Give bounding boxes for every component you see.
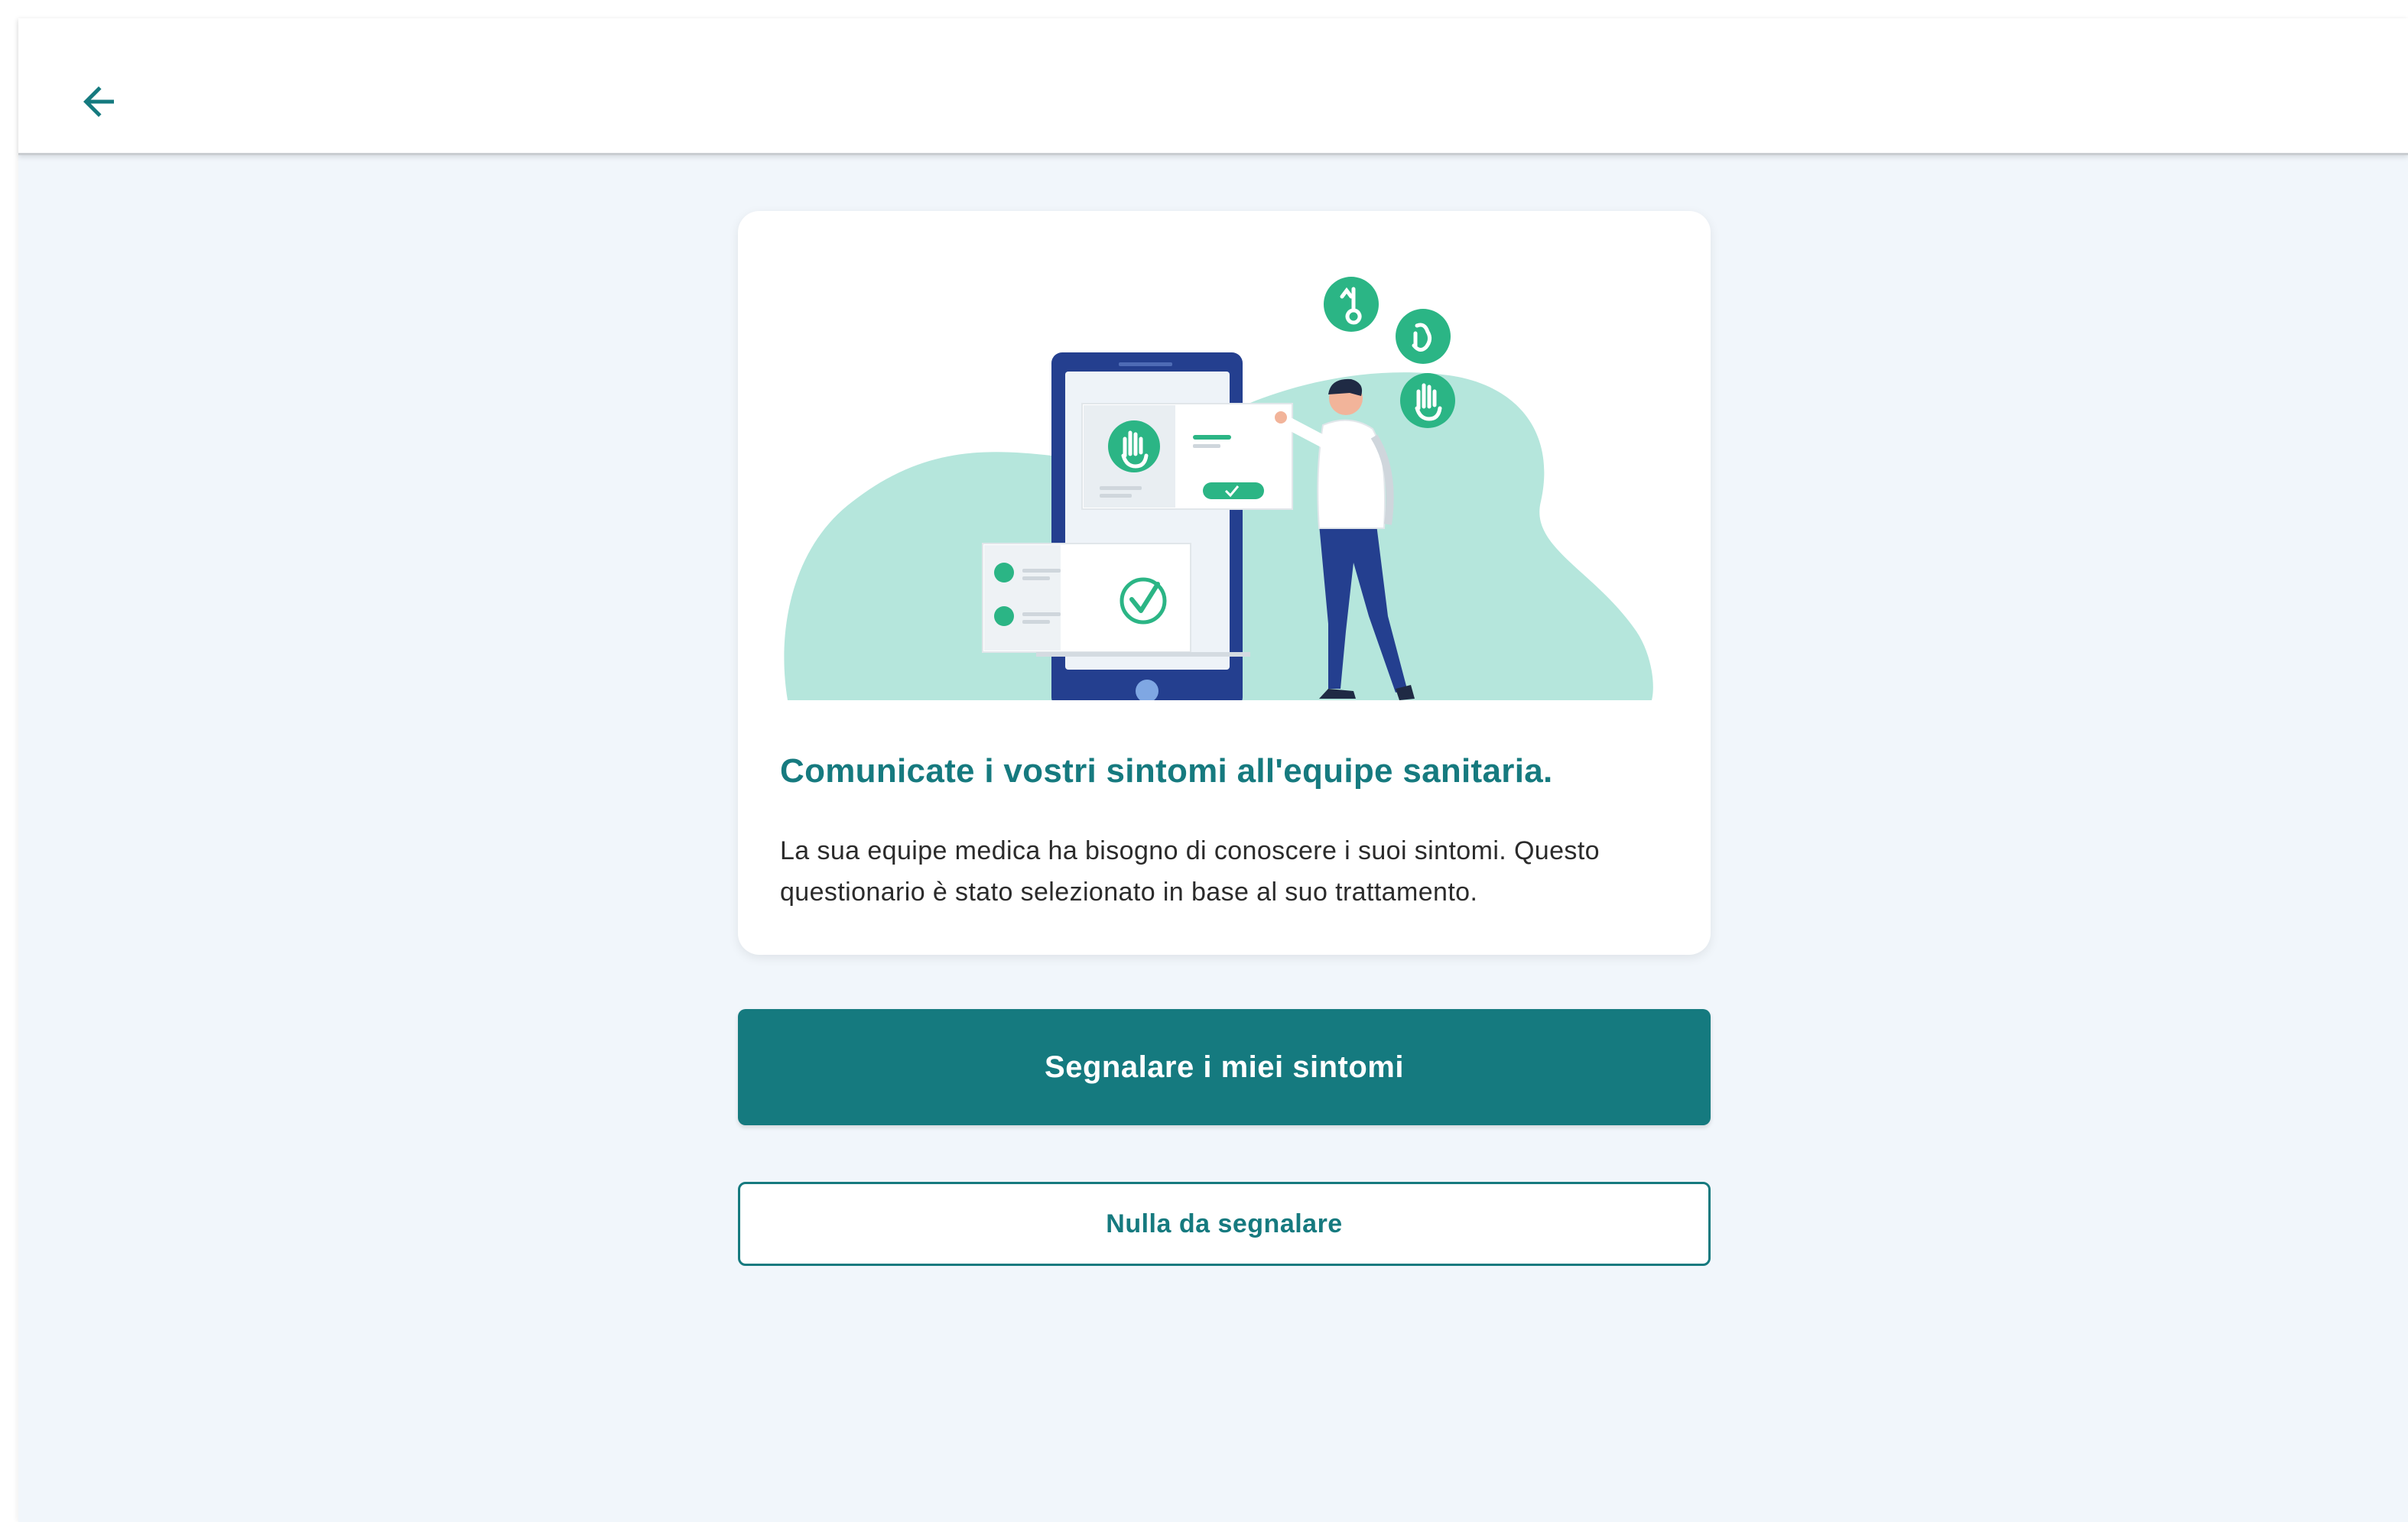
card-title: Comunicate i vostri sintomi all'equipe s… [780, 752, 1553, 790]
back-button[interactable] [57, 60, 141, 144]
symptom-report-illustration [784, 277, 1653, 700]
card-description: La sua equipe medica ha bisogno di conos… [780, 836, 1600, 907]
arrow-left-icon [83, 86, 114, 117]
report-symptoms-button[interactable]: Segnalare i miei sintomi [738, 1009, 1711, 1125]
info-card: Comunicate i vostri sintomi all'equipe s… [738, 211, 1711, 955]
app-window: Comunicate i vostri sintomi all'equipe s… [18, 18, 2408, 1522]
top-app-bar [18, 18, 2408, 155]
nothing-to-report-button[interactable]: Nulla da segnalare [738, 1182, 1711, 1266]
